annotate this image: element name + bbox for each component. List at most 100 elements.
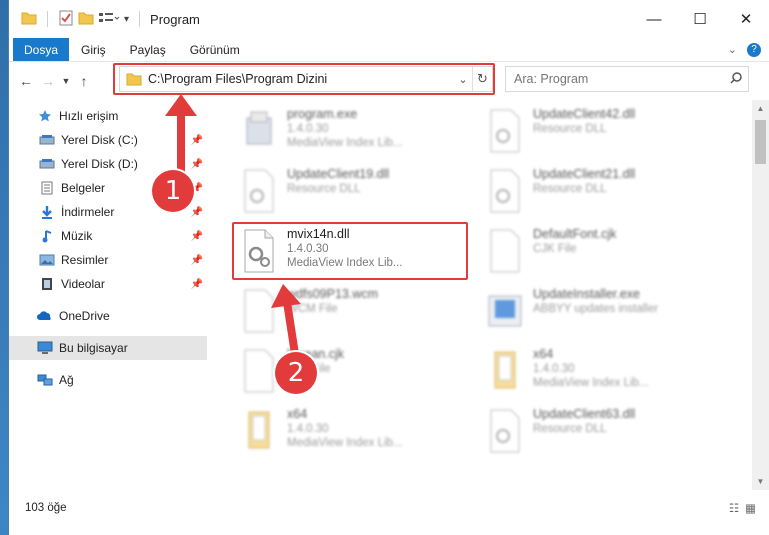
sidebar-item-local-disk-c[interactable]: Yerel Disk (C:) 📌 [9, 128, 207, 152]
sidebar-item-label: Resimler [61, 253, 109, 267]
file-item[interactable]: x64 1.4.0.30 MediaView Index Lib... [239, 404, 479, 462]
file-type: CJK File [533, 243, 577, 255]
star-icon [37, 109, 53, 123]
up-arrow-icon: ↑ [80, 73, 88, 89]
sidebar-item-onedrive[interactable]: OneDrive [9, 304, 207, 328]
help-icon[interactable]: ? [747, 42, 761, 57]
exe-icon [239, 108, 279, 156]
pin-icon: 📌 [190, 278, 203, 290]
file-name: UpdateInstaller.exe [533, 287, 641, 301]
file-item[interactable]: x64 1.4.0.30 MediaView Index Lib... [485, 344, 725, 402]
folder-doc-icon [239, 408, 279, 456]
scrollbar-thumb[interactable] [755, 120, 766, 164]
explorer-window: ▾ Program — ☐ ✕ Dosya Giriş Paylaş Görün… [8, 0, 769, 535]
file-item[interactable]: UpdateClient21.dll Resource DLL [485, 164, 725, 222]
window-title: Program [150, 11, 200, 27]
details-view-icon[interactable]: ☷ [729, 501, 739, 515]
callout-number: 1 [152, 170, 194, 212]
pin-icon: 📌 [190, 230, 203, 242]
sidebar-item-label: Yerel Disk (D:) [61, 157, 138, 171]
file-description: MediaView Index Lib... [287, 137, 403, 149]
file-type: ABBYY updates installer [533, 303, 659, 315]
dll-icon [485, 108, 525, 156]
sidebar-item-network[interactable]: Ağ [9, 368, 207, 392]
file-name: DefaultFont.cjk [533, 227, 617, 241]
chevron-down-icon: ▼ [61, 76, 71, 86]
back-button[interactable]: ← [15, 69, 37, 93]
file-name: UpdateClient19.dll [287, 167, 390, 181]
installer-icon [485, 288, 525, 336]
navigation-pane: Hızlı erişim Yerel Disk (C:) 📌 Yerel Dis… [9, 100, 207, 490]
recent-locations-button[interactable]: ▼ [59, 69, 73, 93]
search-input[interactable] [514, 72, 724, 86]
maximize-button[interactable]: ☐ [677, 0, 723, 38]
file-item[interactable]: UpdateInstaller.exe ABBYY updates install… [485, 284, 725, 342]
view-options-icon[interactable] [98, 11, 120, 28]
title-bar: ▾ Program — ☐ ✕ [9, 0, 769, 38]
file-version: 1.4.0.30 [287, 123, 329, 135]
file-item[interactable]: DefaultFont.cjk CJK File [485, 224, 725, 282]
up-button[interactable]: ↑ [73, 69, 95, 93]
pin-icon: 📌 [190, 158, 203, 170]
folder-icon [21, 11, 37, 28]
tab-home[interactable]: Giriş [69, 38, 118, 61]
file-item[interactable]: UpdateClient19.dll Resource DLL [239, 164, 479, 222]
sidebar-item-label: Ağ [59, 373, 74, 387]
forward-button[interactable]: → [37, 69, 59, 93]
search-icon[interactable] [724, 71, 748, 87]
file-name: x64 [287, 407, 308, 421]
scroll-up-icon[interactable]: ▲ [752, 100, 769, 117]
tab-share[interactable]: Paylaş [118, 38, 178, 61]
item-count: 103 öğe [25, 502, 67, 514]
file-icon [239, 348, 279, 396]
dll-icon [239, 168, 279, 216]
vertical-scrollbar[interactable]: ▲ ▼ [752, 100, 769, 490]
new-folder-icon[interactable] [78, 11, 94, 28]
expand-ribbon-icon[interactable]: ⌄ [728, 43, 737, 56]
file-item[interactable]: wdfs09P13.wcm WCM File [239, 284, 479, 342]
file-name: x64 [533, 347, 554, 361]
file-list: program.exe 1.4.0.30 MediaView Index Lib..… [229, 100, 745, 490]
file-description: MediaView Index Lib... [533, 377, 649, 389]
toolbar-divider [47, 11, 48, 27]
scroll-down-icon[interactable]: ▼ [752, 473, 769, 490]
file-type: Resource DLL [287, 183, 361, 195]
file-icon [485, 228, 525, 276]
back-arrow-icon: ← [19, 73, 33, 89]
sidebar-item-label: Yerel Disk (C:) [61, 133, 138, 147]
computer-icon [37, 341, 53, 355]
file-item[interactable]: UpdateClient63.dll Resource DLL [485, 404, 725, 462]
view-toggle: ☷ ▦ [729, 501, 769, 515]
tab-view[interactable]: Görünüm [178, 38, 252, 61]
forward-arrow-icon: → [41, 73, 55, 89]
search-box[interactable] [505, 66, 749, 92]
file-item[interactable]: UpdateClient42.dll Resource DLL [485, 104, 725, 162]
sidebar-item-label: OneDrive [59, 309, 110, 323]
file-name: UpdateClient21.dll [533, 167, 636, 181]
sidebar-item-label: İndirmeler [61, 205, 115, 219]
videos-icon [39, 277, 55, 291]
minimize-button[interactable]: — [631, 0, 677, 38]
cloud-icon [37, 309, 53, 323]
file-type: Resource DLL [533, 423, 607, 435]
file-item[interactable]: program.exe 1.4.0.30 MediaView Index Lib..… [239, 104, 479, 162]
sidebar-item-this-pc[interactable]: Bu bilgisayar [9, 336, 207, 360]
close-button[interactable]: ✕ [723, 0, 769, 38]
sidebar-item-music[interactable]: Müzik 📌 [9, 224, 207, 248]
file-type: Resource DLL [533, 183, 607, 195]
sidebar-item-quick-access[interactable]: Hızlı erişim [9, 104, 207, 128]
pictures-icon [39, 253, 55, 267]
large-icons-view-icon[interactable]: ▦ [745, 501, 756, 515]
customize-toolbar-icon[interactable]: ▾ [124, 14, 129, 25]
file-type: Resource DLL [533, 123, 607, 135]
sidebar-item-videos[interactable]: Videolar 📌 [9, 272, 207, 296]
file-name: program.exe [287, 107, 358, 121]
drive-icon [39, 133, 55, 147]
file-name: UpdateClient42.dll [533, 107, 636, 121]
documents-icon [39, 181, 55, 195]
tab-file[interactable]: Dosya [13, 38, 69, 61]
dll-icon [485, 168, 525, 216]
sidebar-item-pictures[interactable]: Resimler 📌 [9, 248, 207, 272]
properties-icon[interactable] [58, 10, 74, 29]
folder-doc-icon [485, 348, 525, 396]
